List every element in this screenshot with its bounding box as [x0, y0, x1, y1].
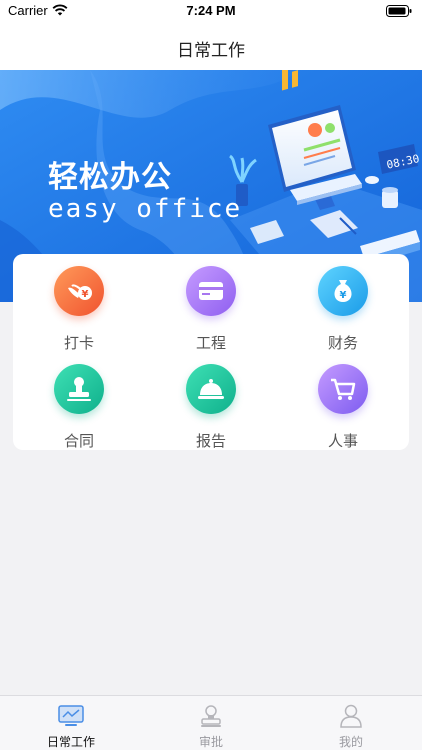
menu-item-label: 打卡: [63, 334, 94, 352]
monitor-icon: [58, 705, 84, 726]
tab-label: 审批: [198, 735, 223, 749]
tab-label: 我的: [338, 735, 363, 749]
banner-title: 轻松办公: [48, 160, 172, 195]
tab-mine[interactable]: 我的: [281, 696, 421, 750]
cloche-icon: [186, 364, 236, 414]
menu-item-hr[interactable]: 人事: [293, 364, 393, 450]
menu-item-finance[interactable]: ¥ 财务: [293, 266, 393, 352]
menu-item-contract[interactable]: 合同: [29, 364, 129, 450]
menu-item-engineering[interactable]: 工程: [161, 266, 261, 352]
menu-item-report[interactable]: 报告: [161, 364, 261, 450]
nav-bar: 日常工作: [0, 22, 422, 70]
tab-bar: 日常工作 审批 我的: [0, 695, 422, 750]
card-icon: [186, 266, 236, 316]
menu-item-label: 工程: [195, 334, 226, 352]
tab-approval[interactable]: 审批: [141, 696, 281, 750]
battery-icon: [386, 5, 412, 17]
svg-text:¥: ¥: [82, 289, 89, 300]
page-title: 日常工作: [177, 41, 245, 61]
menu-item-label: 报告: [195, 432, 226, 450]
approval-icon: [201, 705, 221, 727]
menu-item-clock-in[interactable]: ¥ 打卡: [29, 266, 129, 352]
money-bag-icon: ¥: [318, 266, 368, 316]
svg-text:¥: ¥: [340, 290, 347, 301]
menu-item-label: 人事: [327, 432, 358, 450]
menu-item-label: 合同: [63, 432, 94, 450]
status-bar: Carrier 7:24 PM: [0, 0, 422, 22]
tab-label: 日常工作: [46, 735, 95, 749]
banner-subtitle: easy office: [48, 194, 243, 224]
cart-icon: [318, 364, 368, 414]
menu-card: ¥ 打卡 工程 ¥ 财务 合同 报告 人事: [13, 254, 409, 450]
user-icon: [340, 704, 362, 728]
stamp-icon: [54, 364, 104, 414]
menu-item-label: 财务: [327, 334, 358, 352]
tab-daily-work[interactable]: 日常工作: [1, 696, 141, 750]
clock-time: 7:24 PM: [186, 3, 236, 18]
clock-in-icon: ¥: [54, 266, 104, 316]
